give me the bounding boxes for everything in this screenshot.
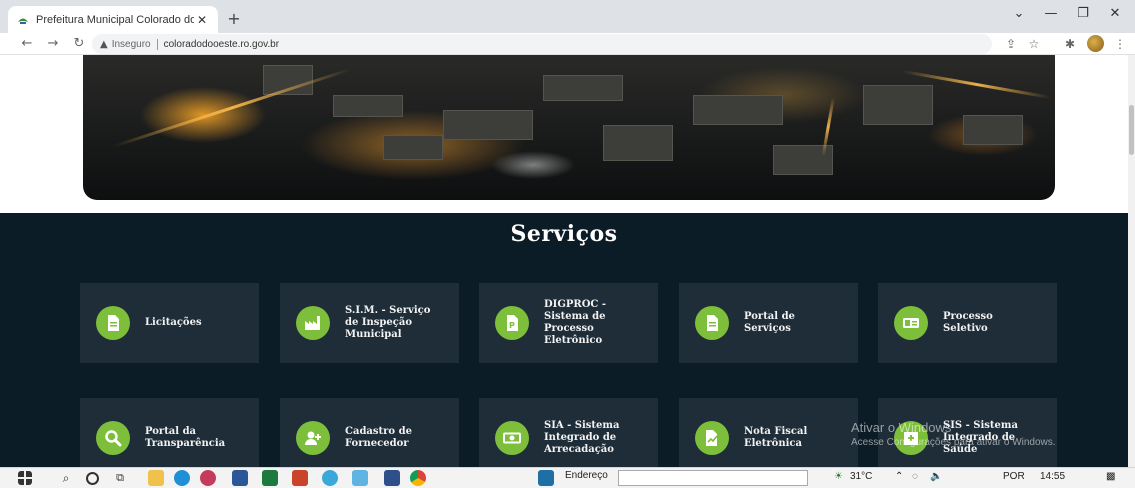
profile-avatar[interactable] — [1087, 35, 1104, 52]
new-tab-button[interactable]: + — [224, 9, 244, 29]
reload-icon[interactable]: ↻ — [70, 35, 88, 53]
service-card-nota-fiscal[interactable]: Nota Fiscal Eletrônica — [679, 398, 858, 467]
browser-toolbar: ← → ↻ ▲ Inseguro coloradodooeste.ro.gov.… — [0, 33, 1135, 55]
forward-icon[interactable]: → — [44, 35, 62, 53]
address-divider — [156, 38, 158, 50]
document-icon — [96, 306, 130, 340]
app-icon[interactable] — [200, 470, 216, 486]
site-favicon-icon — [16, 13, 30, 27]
service-card-processo-seletivo[interactable]: Processo Seletivo — [878, 283, 1057, 363]
powerpoint-icon[interactable] — [292, 470, 308, 486]
language-indicator[interactable]: POR — [1003, 471, 1025, 482]
bookmark-star-icon[interactable]: ☆ — [1026, 36, 1042, 52]
warning-icon: ▲ — [100, 38, 108, 50]
app-icon[interactable] — [322, 470, 338, 486]
service-label: Portal de Serviços — [744, 311, 795, 334]
file-explorer-icon[interactable] — [148, 470, 164, 486]
restore-icon[interactable]: ❐ — [1068, 6, 1098, 21]
scrollbar-thumb[interactable] — [1129, 105, 1134, 155]
network-icon[interactable]: ◌ — [912, 471, 918, 482]
url-text: coloradodooeste.ro.gov.br — [163, 38, 280, 50]
service-card-sis[interactable]: SIS - Sistema Integrado de Saúde — [878, 398, 1057, 467]
tab-title: Prefeitura Municipal Colorado do — [36, 13, 194, 26]
tab-strip: Prefeitura Municipal Colorado do ✕ + ⌄ —… — [0, 0, 1135, 33]
security-label: Inseguro — [111, 38, 151, 50]
factory-icon — [296, 306, 330, 340]
cortana-icon[interactable] — [86, 472, 99, 485]
service-card-sim[interactable]: S.I.M. - Serviço de Inspeção Municipal — [280, 283, 459, 363]
photos-icon[interactable] — [352, 470, 368, 486]
extensions-icon[interactable]: ✱ — [1062, 36, 1078, 52]
word-icon[interactable] — [232, 470, 248, 486]
edge-icon[interactable] — [174, 470, 190, 486]
service-card-licitacoes[interactable]: Licitações — [80, 283, 259, 363]
calculator-icon[interactable] — [384, 470, 400, 486]
address-toolbar-label: Endereço — [565, 470, 608, 481]
service-card-cadastro-fornecedor[interactable]: Cadastro de Fornecedor — [280, 398, 459, 467]
share-icon[interactable]: ⇪ — [1003, 36, 1019, 52]
task-view-icon[interactable]: ⧉ — [112, 470, 128, 486]
notifications-icon[interactable]: ▩ — [1106, 471, 1115, 482]
service-label: SIA - Sistema Integrado de Arrecadação — [544, 420, 620, 455]
page-viewport: Serviços Licitações S.I.M. - Serviço de … — [0, 55, 1128, 467]
service-label: Processo Seletivo — [943, 311, 993, 334]
chrome-icon[interactable] — [410, 470, 426, 486]
browser-tab[interactable]: Prefeitura Municipal Colorado do ✕ — [8, 6, 218, 33]
id-card-icon — [894, 306, 928, 340]
address-bar[interactable]: ▲ Inseguro coloradodooeste.ro.gov.br — [92, 34, 992, 54]
hero-night-city-image — [83, 55, 1055, 200]
start-icon[interactable] — [18, 471, 32, 485]
address-toolbar-input[interactable] — [618, 470, 808, 486]
search-icon[interactable]: ⌕ — [58, 470, 74, 486]
window-close-icon[interactable]: ✕ — [1100, 6, 1130, 21]
money-icon — [495, 421, 529, 455]
service-label: Nota Fiscal Eletrônica — [744, 426, 808, 449]
add-user-icon — [296, 421, 330, 455]
windows-taskbar: ⌕ ⧉ Endereço ☀ 31°C ⌃ ◌ 🔈 POR 14:55 ▩ — [0, 467, 1135, 488]
app-icon[interactable] — [538, 470, 554, 486]
services-title: Serviços — [510, 221, 618, 247]
service-label: Licitações — [145, 317, 202, 328]
show-hidden-icons-icon[interactable]: ⌃ — [895, 471, 903, 482]
excel-icon[interactable] — [262, 470, 278, 486]
search-icon — [96, 421, 130, 455]
document-icon — [695, 306, 729, 340]
weather-icon[interactable]: ☀ — [834, 471, 843, 482]
service-label: S.I.M. - Serviço de Inspeção Municipal — [345, 305, 431, 340]
service-card-sia[interactable]: SIA - Sistema Integrado de Arrecadação — [479, 398, 658, 467]
service-card-transparencia[interactable]: Portal da Transparência — [80, 398, 259, 467]
service-label: DIGPROC - Sistema de Processo Eletrônico — [544, 299, 607, 346]
service-card-portal-servicos[interactable]: Portal de Serviços — [679, 283, 858, 363]
tab-search-icon[interactable]: ⌄ — [1004, 6, 1034, 21]
signed-document-icon — [695, 421, 729, 455]
service-label: SIS - Sistema Integrado de Saúde — [943, 420, 1018, 455]
screen: Prefeitura Municipal Colorado do ✕ + ⌄ —… — [0, 0, 1135, 488]
back-icon[interactable]: ← — [18, 35, 36, 53]
minimize-icon[interactable]: — — [1036, 6, 1066, 21]
hospital-icon — [894, 421, 928, 455]
menu-icon[interactable]: ⋮ — [1112, 36, 1128, 52]
clock-time[interactable]: 14:55 — [1040, 471, 1065, 482]
services-section: Serviços Licitações S.I.M. - Serviço de … — [0, 213, 1128, 467]
service-label: Cadastro de Fornecedor — [345, 426, 412, 449]
service-label: Portal da Transparência — [145, 426, 226, 449]
svg-text:P: P — [509, 321, 515, 330]
tab-close-icon[interactable]: ✕ — [194, 13, 210, 27]
service-card-digproc[interactable]: P DIGPROC - Sistema de Processo Eletrôni… — [479, 283, 658, 363]
temperature-text[interactable]: 31°C — [850, 471, 872, 482]
volume-icon[interactable]: 🔈 — [930, 471, 942, 482]
pdf-document-icon: P — [495, 306, 529, 340]
